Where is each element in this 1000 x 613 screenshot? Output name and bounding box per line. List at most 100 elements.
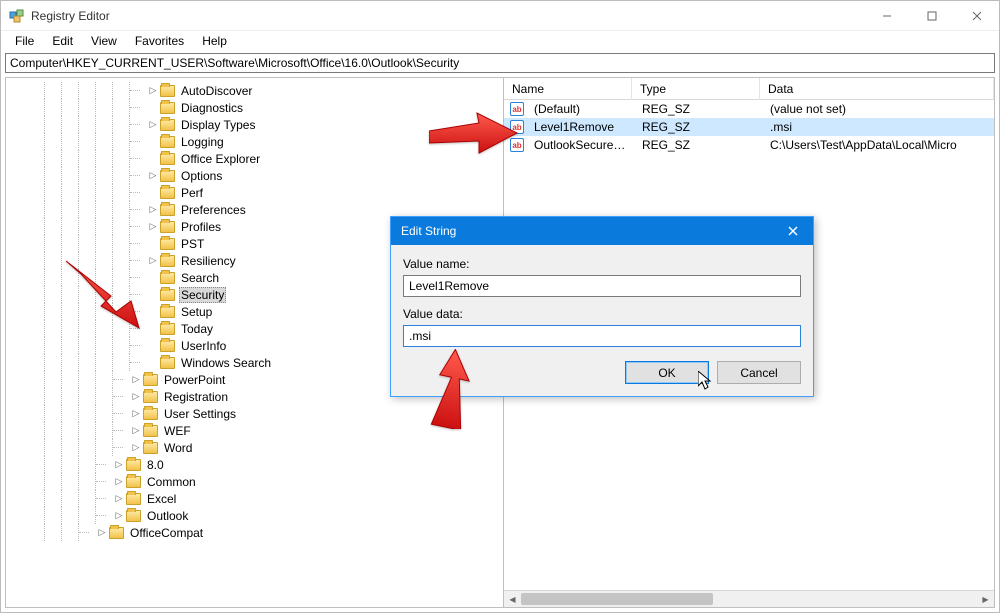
h-scrollbar[interactable]: ◀ ▶ — [504, 590, 994, 607]
tree-item-label: Common — [145, 475, 198, 489]
tree-item[interactable]: ▷Excel — [10, 490, 503, 507]
edit-string-dialog: Edit String Value name: Value data: OK C… — [390, 216, 814, 397]
tree-item-label: PST — [179, 237, 206, 251]
tree-expander-icon[interactable]: ▷ — [129, 407, 143, 421]
menu-view[interactable]: View — [83, 32, 125, 50]
tree-item-label: Display Types — [179, 118, 257, 132]
tree-expander-icon[interactable]: ▷ — [129, 441, 143, 455]
folder-icon — [160, 204, 175, 216]
tree-expander-icon — [146, 305, 160, 319]
tree-expander-icon — [146, 101, 160, 115]
tree-expander-icon — [146, 271, 160, 285]
tree-item[interactable]: ▷ WEF — [10, 422, 503, 439]
tree-item[interactable]: ▷ OfficeCompat — [10, 524, 503, 541]
tree-expander-icon[interactable]: ▷ — [112, 475, 126, 489]
value-name: (Default) — [526, 102, 634, 116]
folder-icon — [160, 136, 175, 148]
window-maximize-button[interactable] — [909, 1, 954, 31]
value-name: Level1Remove — [526, 120, 634, 134]
tree-expander-icon — [146, 356, 160, 370]
folder-icon — [160, 85, 175, 97]
tree-item-label: OfficeCompat — [128, 526, 205, 540]
window-minimize-button[interactable] — [864, 1, 909, 31]
tree-expander-icon[interactable]: ▷ — [129, 390, 143, 404]
tree-expander-icon[interactable]: ▷ — [146, 84, 160, 98]
window-close-button[interactable] — [954, 1, 999, 31]
tree-item-label: Windows Search — [179, 356, 273, 370]
folder-icon — [126, 476, 141, 488]
tree-expander-icon[interactable]: ▷ — [95, 526, 109, 540]
tree-item[interactable]: ▷ Display Types — [10, 116, 503, 133]
scroll-left-icon[interactable]: ◀ — [504, 591, 521, 607]
tree-item-label: Security — [179, 287, 226, 303]
tree-item[interactable]: ▷Options — [10, 167, 503, 184]
menu-edit[interactable]: Edit — [44, 32, 81, 50]
value-row[interactable]: ab(Default)REG_SZ(value not set) — [504, 100, 994, 118]
tree-item-label: Profiles — [179, 220, 223, 234]
tree-item-label: Registration — [162, 390, 230, 404]
tree-item-label: AutoDiscover — [179, 84, 254, 98]
tree-expander-icon[interactable]: ▷ — [112, 492, 126, 506]
tree-item-label: Search — [179, 271, 221, 285]
tree-item-label: Outlook — [145, 509, 190, 523]
tree-item-label: WEF — [162, 424, 193, 438]
dialog-titlebar[interactable]: Edit String — [391, 217, 813, 245]
dialog-title-text: Edit String — [401, 224, 456, 238]
value-data: .msi — [762, 120, 994, 134]
menu-help[interactable]: Help — [194, 32, 235, 50]
col-data[interactable]: Data — [760, 78, 994, 100]
tree-item[interactable]: Logging — [10, 133, 503, 150]
tree-item-label: Perf — [179, 186, 205, 200]
value-row[interactable]: abOutlookSecureT…REG_SZC:\Users\Test\App… — [504, 136, 994, 154]
tree-expander-icon — [146, 152, 160, 166]
tree-item-label: Resiliency — [179, 254, 238, 268]
folder-icon — [160, 323, 175, 335]
scroll-right-icon[interactable]: ▶ — [977, 591, 994, 607]
tree-item-label: UserInfo — [179, 339, 228, 353]
tree-expander-icon[interactable]: ▷ — [112, 458, 126, 472]
folder-icon — [160, 340, 175, 352]
tree-expander-icon — [146, 237, 160, 251]
folder-icon — [160, 102, 175, 114]
tree-item[interactable]: ▷ AutoDiscover — [10, 82, 503, 99]
tree-item[interactable]: Perf — [10, 184, 503, 201]
tree-expander-icon[interactable]: ▷ — [112, 509, 126, 523]
tree-item-label: Today — [179, 322, 215, 336]
dialog-close-button[interactable] — [773, 217, 813, 245]
tree-item[interactable]: ▷8.0 — [10, 456, 503, 473]
tree-item[interactable]: ▷ Common — [10, 473, 503, 490]
value-data-field[interactable] — [403, 325, 801, 347]
tree-item[interactable]: ▷ User Settings — [10, 405, 503, 422]
value-type: REG_SZ — [634, 120, 762, 134]
folder-icon — [160, 238, 175, 250]
folder-icon — [160, 170, 175, 182]
string-value-icon: ab — [510, 120, 524, 134]
cancel-button[interactable]: Cancel — [717, 361, 801, 384]
tree-item-label: Preferences — [179, 203, 248, 217]
tree-item[interactable]: ▷ Outlook — [10, 507, 503, 524]
folder-icon — [143, 442, 158, 454]
col-name[interactable]: Name — [504, 78, 632, 100]
tree-item-label: Word — [162, 441, 194, 455]
col-type[interactable]: Type — [632, 78, 760, 100]
ok-button[interactable]: OK — [625, 361, 709, 384]
tree-expander-icon[interactable]: ▷ — [146, 118, 160, 132]
tree-expander-icon[interactable]: ▷ — [129, 424, 143, 438]
tree-expander-icon[interactable]: ▷ — [146, 254, 160, 268]
folder-icon — [126, 493, 141, 505]
tree-expander-icon[interactable]: ▷ — [129, 373, 143, 387]
tree-item-label: User Settings — [162, 407, 238, 421]
value-name-field[interactable] — [403, 275, 801, 297]
tree-item[interactable]: ▷ Word — [10, 439, 503, 456]
tree-item[interactable]: Diagnostics — [10, 99, 503, 116]
menu-favorites[interactable]: Favorites — [127, 32, 192, 50]
value-row[interactable]: abLevel1RemoveREG_SZ.msi — [504, 118, 994, 136]
tree-expander-icon[interactable]: ▷ — [146, 169, 160, 183]
tree-expander-icon[interactable]: ▷ — [146, 220, 160, 234]
folder-icon — [143, 374, 158, 386]
menu-file[interactable]: File — [7, 32, 42, 50]
tree-item[interactable]: Office Explorer — [10, 150, 503, 167]
folder-icon — [143, 425, 158, 437]
address-bar[interactable]: Computer\HKEY_CURRENT_USER\Software\Micr… — [5, 53, 995, 73]
tree-expander-icon[interactable]: ▷ — [146, 203, 160, 217]
